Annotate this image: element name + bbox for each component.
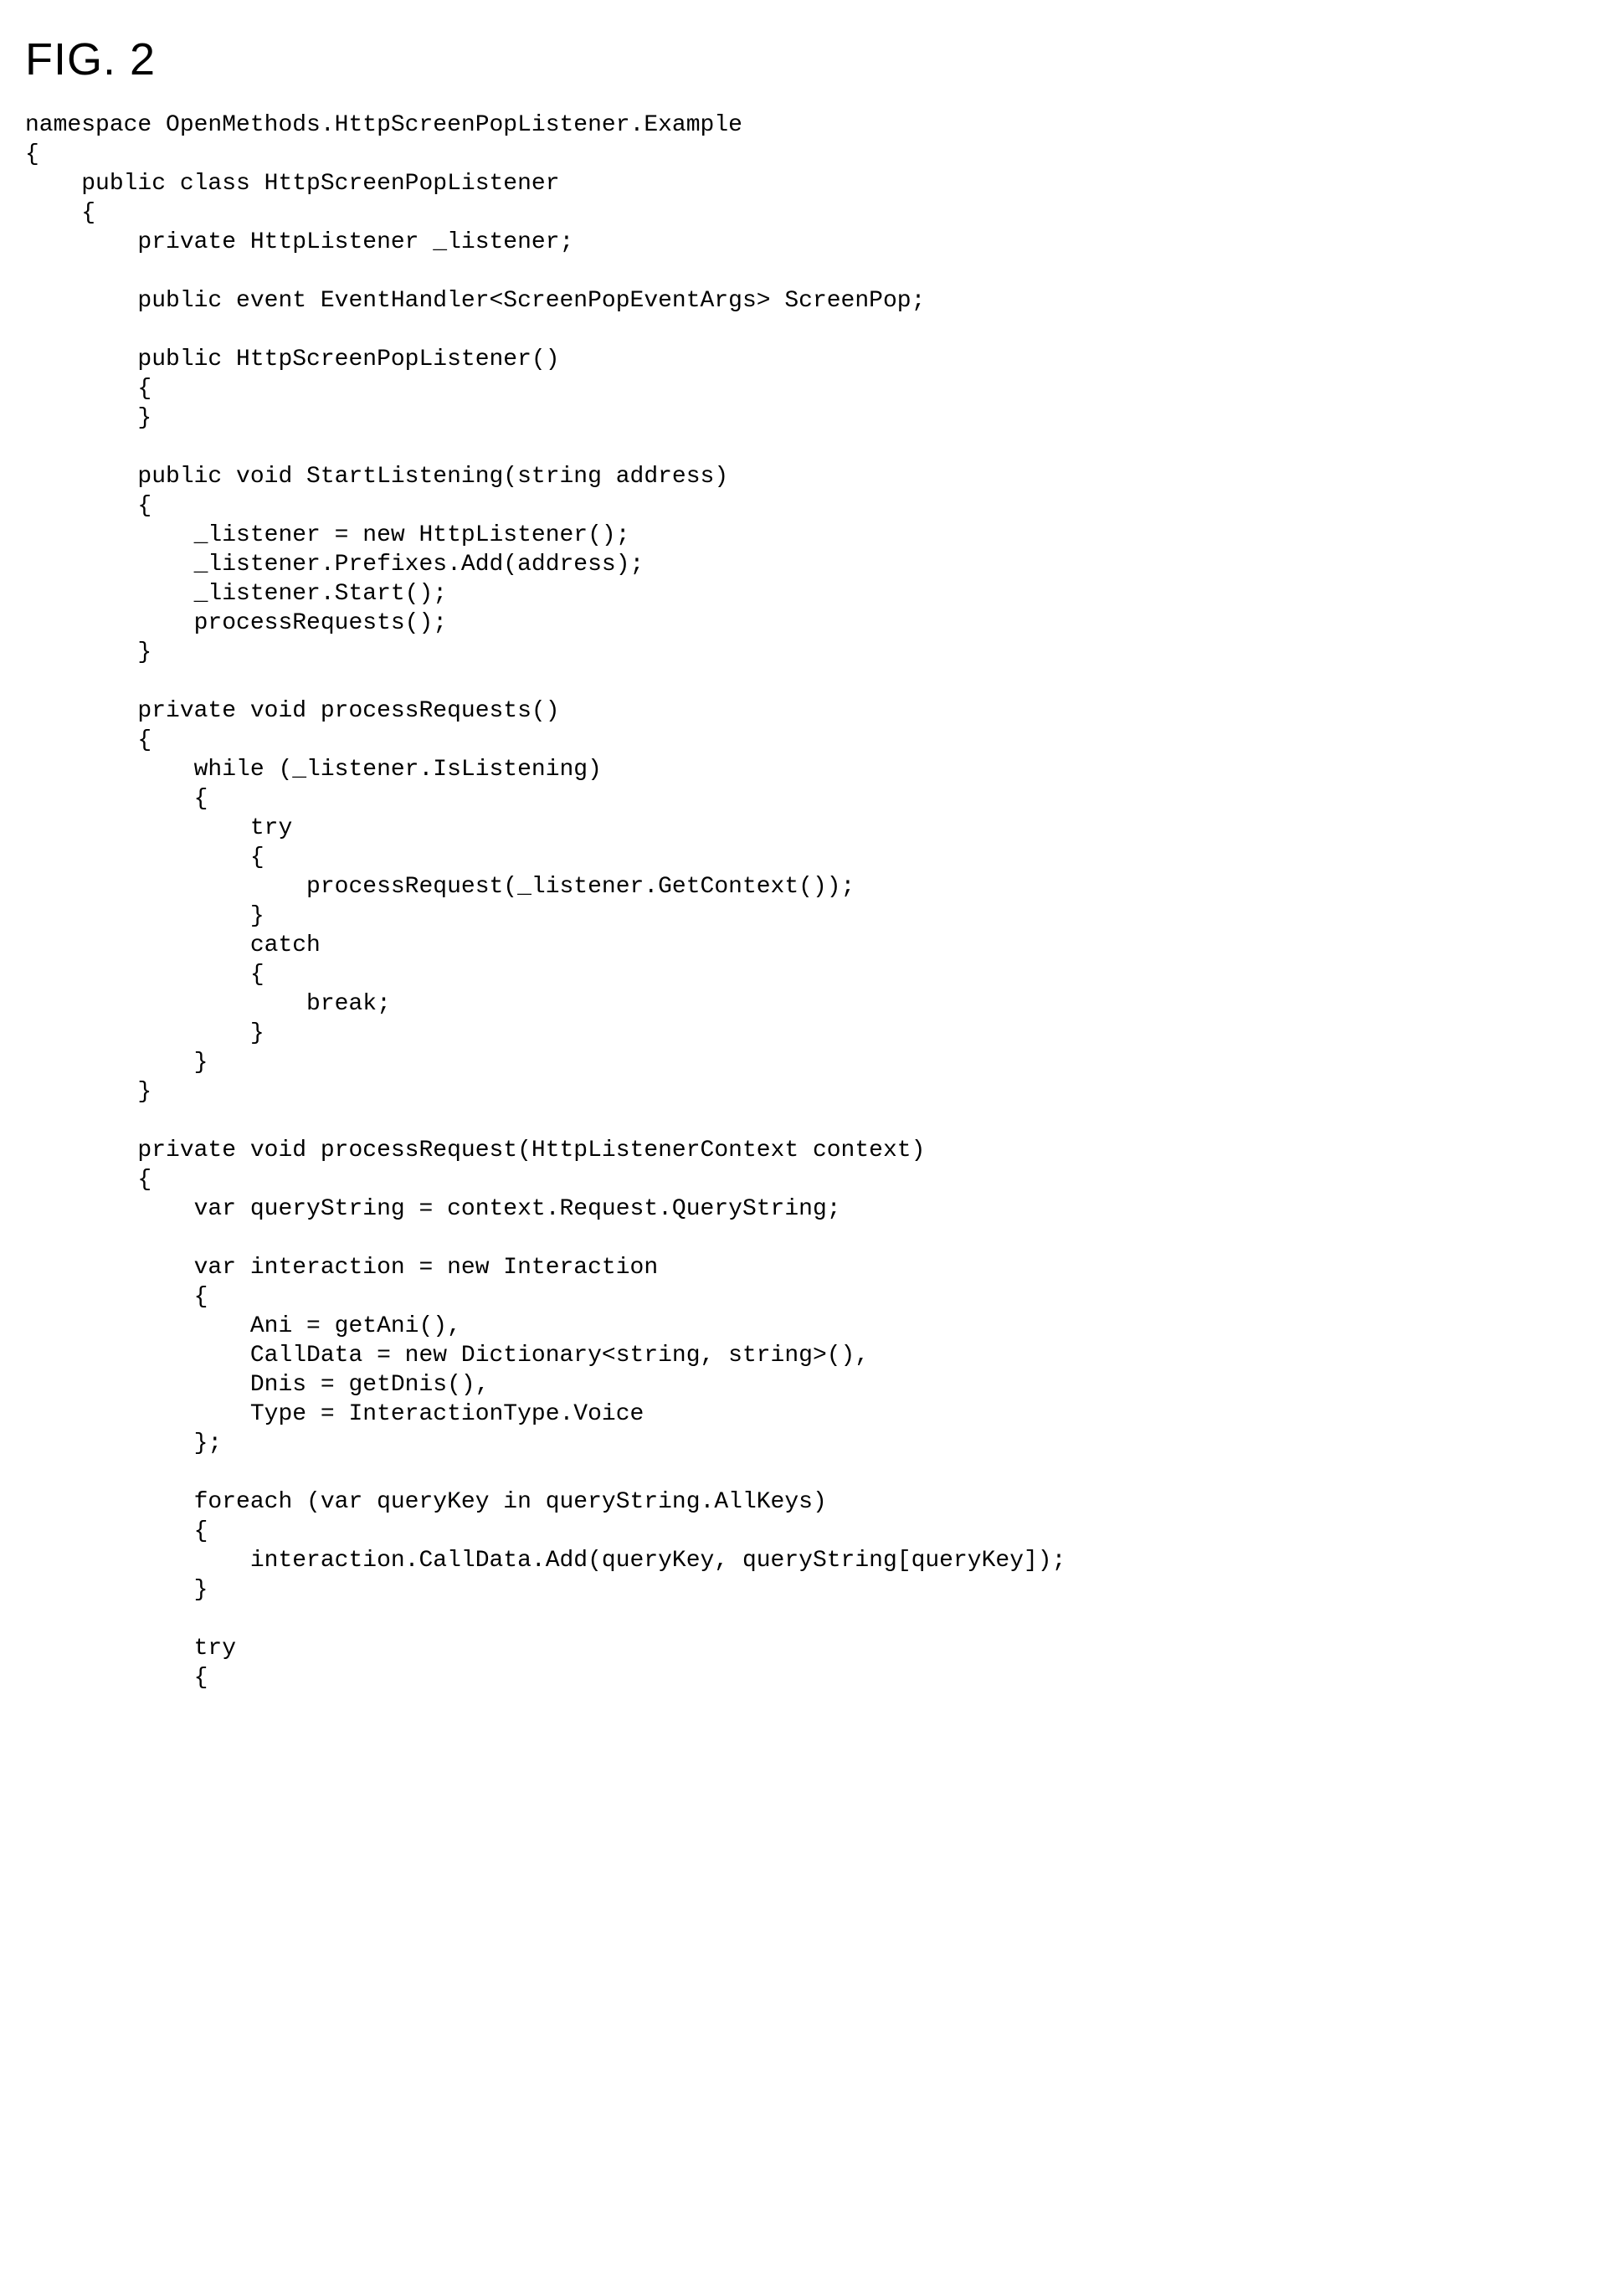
code-listing: namespace OpenMethods.HttpScreenPopListe… bbox=[25, 110, 1572, 1692]
figure-title: FIG. 2 bbox=[25, 33, 1572, 85]
